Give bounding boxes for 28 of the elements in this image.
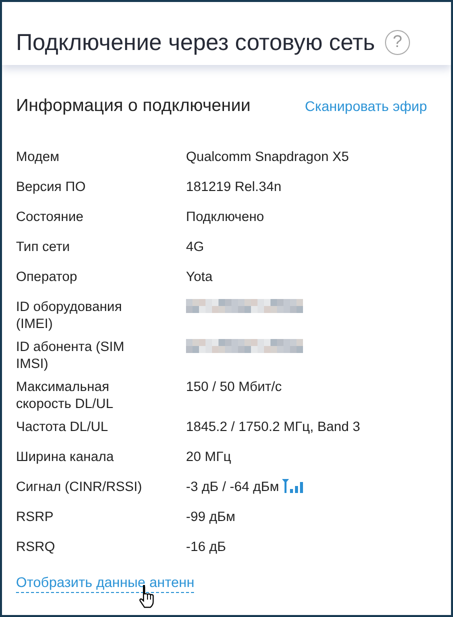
scan-link[interactable]: Сканировать эфир	[304, 98, 427, 114]
row-value: 1845.2 / 1750.2 МГц, Band 3	[186, 418, 362, 435]
row-value: -3 дБ / -64 дБм	[186, 478, 280, 495]
row-label: Состояние	[16, 208, 84, 225]
row-label: Оператор	[16, 268, 78, 285]
row-value: Yota	[186, 268, 214, 285]
row-label: Тип сети	[16, 238, 71, 255]
row-value: 20 МГц	[186, 448, 232, 465]
row-label: Модем	[16, 148, 60, 165]
row-label: Ширина канала	[16, 448, 115, 465]
row-label: Частота DL/UL	[16, 418, 110, 435]
row-value: 181219 Rel.34n	[186, 178, 282, 195]
row-label: ID абонента (SIM IMSI)	[16, 338, 126, 372]
row-label: Сигнал (CINR/RSSI)	[16, 478, 144, 495]
help-button[interactable]: ?	[385, 30, 410, 54]
row-label: RSRQ	[16, 538, 56, 555]
page-title: Подключение через сотовую сеть	[16, 28, 376, 56]
row-label: Максимальная скорость DL/UL	[16, 378, 114, 412]
row-value: -16 дБ	[186, 538, 227, 555]
row-label: ID оборудования (IMEI)	[16, 298, 123, 332]
row-label: Версия ПО	[16, 178, 87, 195]
row-label: RSRP	[16, 508, 55, 525]
row-value: Подключено	[186, 208, 266, 225]
row-value: 150 / 50 Мбит/с	[186, 378, 283, 395]
row-value: -99 дБм	[186, 508, 236, 525]
row-value: 4G	[186, 238, 206, 255]
row-value: Qualcomm Snapdragon X5	[186, 148, 350, 165]
section-title: Информация о подключении	[16, 95, 251, 116]
